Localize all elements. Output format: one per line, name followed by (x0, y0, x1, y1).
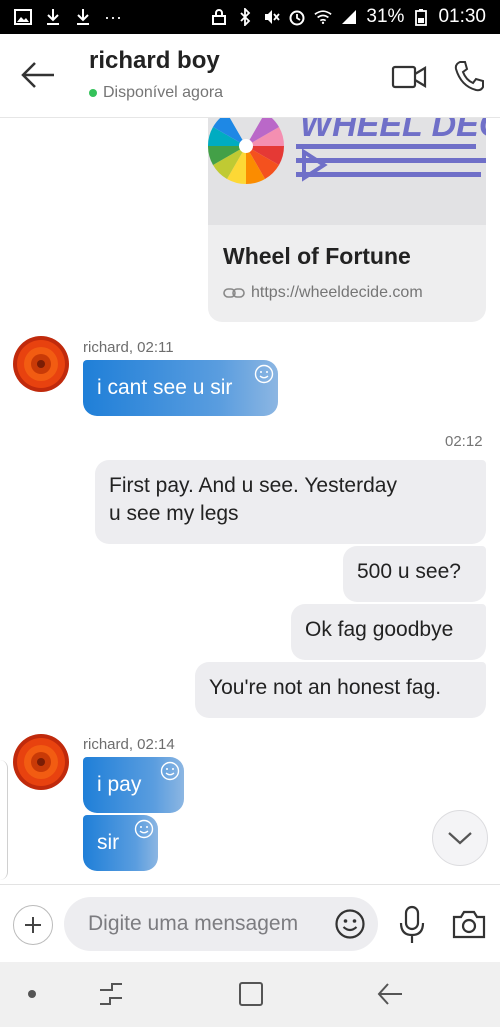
alarm-icon (288, 8, 306, 26)
home-icon (239, 982, 263, 1006)
link-url-text: https://wheeldecide.com (251, 284, 423, 301)
back-arrow-icon (21, 62, 54, 88)
microphone-icon (399, 905, 425, 943)
download-icon (74, 8, 92, 26)
online-dot-icon (89, 89, 97, 97)
reaction-smiley-icon[interactable] (254, 364, 274, 384)
status-bar: ··· 31% 01:30 (0, 0, 500, 34)
message-input-container (64, 897, 378, 951)
clock: 01:30 (438, 6, 486, 27)
video-call-button[interactable] (391, 64, 427, 90)
bluetooth-icon (236, 8, 254, 26)
message-text: u see my legs (109, 502, 239, 525)
battery-percent: 31% (366, 6, 405, 27)
presence-status: Disponível agora (89, 84, 223, 102)
wifi-icon (314, 8, 333, 26)
voice-call-button[interactable] (454, 60, 484, 92)
recent-apps-button[interactable] (98, 980, 124, 1008)
flower-avatar-icon (13, 336, 69, 392)
signal-icon (340, 8, 358, 26)
message-bubble-outgoing[interactable]: 500 u see? (343, 546, 486, 602)
edge-panel-handle[interactable] (0, 760, 8, 880)
lock-icon (210, 8, 228, 26)
reaction-smiley-icon[interactable] (134, 819, 154, 839)
link-title: Wheel of Fortune (223, 243, 411, 269)
add-attachment-button[interactable] (13, 905, 53, 945)
message-text: i pay (97, 773, 142, 796)
link-preview-card[interactable]: WHEEL DECIDE Wheel of Fortune https://wh… (208, 118, 486, 322)
presence-text: Disponível agora (103, 84, 224, 101)
wheel-logo-icon: WHEEL DECIDE (208, 118, 486, 185)
avatar[interactable] (13, 336, 69, 392)
avatar[interactable] (13, 734, 69, 790)
message-time: 02:12 (445, 433, 483, 450)
voice-message-button[interactable] (398, 905, 426, 945)
emoji-icon[interactable] (334, 908, 366, 940)
camera-button[interactable] (452, 909, 486, 939)
message-text: 500 u see? (357, 560, 461, 583)
compose-bar (0, 884, 500, 962)
message-bubble-outgoing[interactable]: You're not an honest fag. (195, 662, 486, 718)
chevron-down-icon (448, 832, 472, 845)
camera-icon (452, 910, 486, 939)
download-icon (44, 8, 62, 26)
phone-icon (454, 61, 484, 92)
message-text: First pay. And u see. Yesterday (109, 474, 397, 497)
status-left: ··· (14, 7, 122, 28)
sender-label: richard, 02:11 (83, 339, 174, 356)
message-text: sir (97, 831, 120, 854)
mute-icon (262, 8, 281, 26)
message-bubble-incoming[interactable]: sir (83, 815, 158, 871)
reaction-smiley-icon[interactable] (160, 761, 180, 781)
chat-header: richard boy Disponível agora (0, 34, 500, 118)
back-arrow-icon (377, 983, 402, 1005)
wheel-logo-text: WHEEL DECIDE (300, 118, 486, 144)
system-nav-bar (0, 962, 500, 1027)
video-camera-icon (391, 65, 427, 89)
message-bubble-outgoing[interactable]: Ok fag goodbye (291, 604, 486, 660)
message-text: You're not an honest fag. (209, 676, 442, 699)
recent-apps-icon (100, 983, 122, 1005)
home-button[interactable] (238, 980, 264, 1008)
nav-back-button[interactable] (376, 980, 404, 1008)
message-bubble-outgoing[interactable]: First pay. And u see. Yesterday u see my… (95, 460, 486, 544)
message-bubble-incoming[interactable]: i cant see u sir (83, 360, 278, 416)
message-text: i cant see u sir (97, 376, 233, 399)
message-input[interactable] (88, 897, 328, 951)
sender-label: richard, 02:14 (83, 736, 175, 753)
nav-dot-icon[interactable] (28, 990, 36, 998)
flower-avatar-icon (13, 734, 69, 790)
message-text: Ok fag goodbye (305, 618, 454, 641)
scroll-to-bottom-button[interactable] (432, 810, 488, 866)
message-bubble-incoming[interactable]: i pay (83, 757, 184, 813)
battery-icon (412, 8, 430, 26)
back-button[interactable] (20, 60, 56, 90)
contact-name[interactable]: richard boy (89, 47, 220, 75)
link-url[interactable]: https://wheeldecide.com (223, 284, 423, 302)
link-icon (223, 288, 245, 298)
link-preview-image: WHEEL DECIDE (208, 118, 486, 225)
gallery-icon (14, 8, 32, 26)
more-notifications: ··· (104, 6, 122, 27)
plus-icon (25, 917, 41, 933)
status-right: 31% 01:30 (210, 6, 486, 28)
